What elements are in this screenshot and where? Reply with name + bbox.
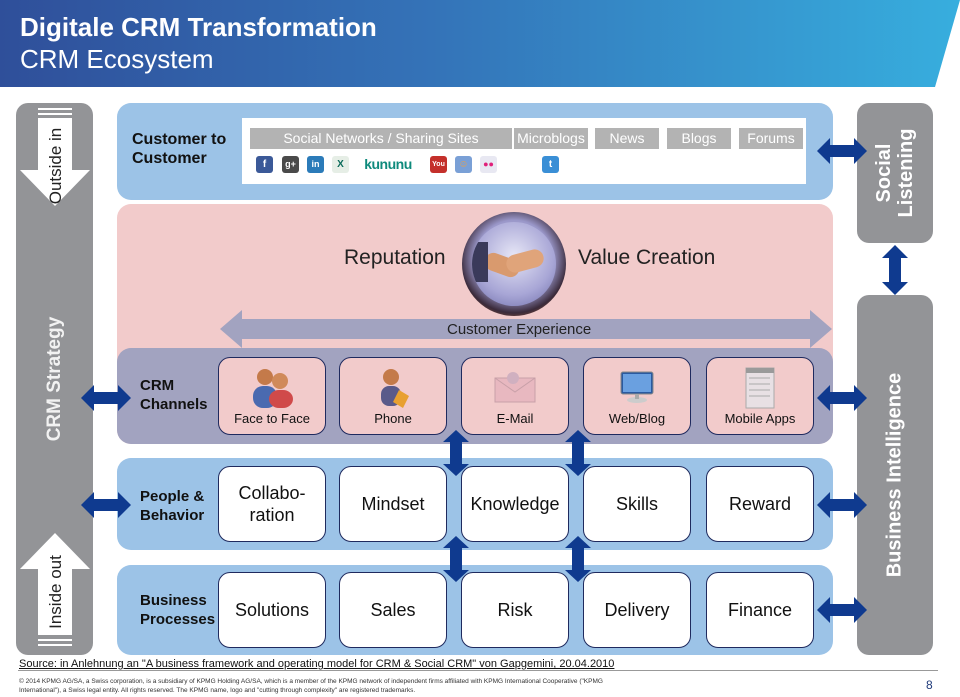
business-intelligence-bar: Business Intelligence <box>857 295 933 655</box>
category-forums: Forums <box>739 128 803 149</box>
mobile-app-screen-icon <box>745 367 775 409</box>
customer-experience-label: Customer Experience <box>447 321 592 338</box>
people-label-line1: People & <box>140 488 205 505</box>
channel-label: Phone <box>374 411 412 426</box>
customer-to-customer-label: Customer to Customer <box>132 130 226 168</box>
monitor-icon <box>620 371 654 403</box>
people-processes-arrow-icon <box>565 536 591 582</box>
social-media-box: Social Networks / Sharing Sites Microblo… <box>242 118 806 184</box>
channel-email: E-Mail <box>461 357 569 435</box>
social-listening-bi-arrow-icon <box>882 245 908 295</box>
copyright-notice: © 2014 KPMG AG/SA, a Swiss corporation, … <box>19 678 603 694</box>
channel-label: Face to Face <box>234 411 310 426</box>
email-icon <box>494 372 536 403</box>
crm-strategy-label: CRM Strategy <box>43 316 65 442</box>
category-microblogs: Microblogs <box>514 128 588 149</box>
people-skills: Skills <box>583 466 691 542</box>
category-news: News <box>595 128 659 149</box>
sleeve <box>472 242 488 282</box>
channel-label: Web/Blog <box>608 411 666 426</box>
twitter-icon: t <box>542 156 559 173</box>
people-bi-arrow-icon <box>817 492 867 518</box>
google-plus-icon: g+ <box>282 156 299 173</box>
linkedin-icon: in <box>307 156 324 173</box>
people-label-line2: Behavior <box>140 507 205 524</box>
flickr-icon: ●● <box>480 156 497 173</box>
page-subtitle: CRM Ecosystem <box>20 44 214 74</box>
c2c-label-line2: Customer <box>132 150 207 167</box>
processes-label-line2: Processes <box>140 611 216 628</box>
people-processes-arrow-icon <box>443 536 469 582</box>
process-solutions: Solutions <box>218 572 326 648</box>
page-number: 8 <box>926 678 933 692</box>
strategy-channels-arrow-icon <box>81 385 131 411</box>
c2c-social-listening-arrow-icon <box>817 138 867 164</box>
crm-channels-label: CRM Channels <box>140 376 208 414</box>
process-finance: Finance <box>706 572 814 648</box>
channels-people-arrow-icon <box>565 430 591 476</box>
channel-label: E-Mail <box>496 411 534 426</box>
processes-label-line1: Business <box>140 592 207 609</box>
category-blogs: Blogs <box>667 128 731 149</box>
xing-icon: X <box>332 156 349 173</box>
phone-agent-icon <box>381 369 409 408</box>
social-listening-line2: Listening <box>895 128 917 218</box>
channels-bi-arrow-icon <box>817 385 867 411</box>
people-knowledge: Knowledge <box>461 466 569 542</box>
process-risk: Risk <box>461 572 569 648</box>
outside-in-label: Outside in <box>46 127 65 205</box>
kununu-icon: kununu <box>364 156 412 172</box>
social-listening-line1: Social <box>873 143 895 203</box>
process-delivery: Delivery <box>583 572 691 648</box>
social-listening-label: Social Listening <box>873 129 917 218</box>
facebook-icon: f <box>256 156 273 173</box>
value-creation-label: Value Creation <box>578 246 716 269</box>
strategy-people-arrow-icon <box>81 492 131 518</box>
people-icon <box>253 369 293 408</box>
footer-divider <box>18 670 938 671</box>
channel-mobile-apps: Mobile Apps <box>706 357 814 435</box>
process-sales: Sales <box>339 572 447 648</box>
business-processes-label: Business Processes <box>140 591 215 629</box>
channels-people-arrow-icon <box>443 430 469 476</box>
people-behavior-label: People & Behavior <box>140 487 204 525</box>
channel-web-blog: Web/Blog <box>583 357 691 435</box>
social-listening-box: Social Listening <box>857 103 933 243</box>
people-reward: Reward <box>706 466 814 542</box>
source-citation: Source: in Anlehnung an "A business fram… <box>19 658 615 670</box>
hand-right <box>504 247 546 275</box>
channel-face-to-face: Face to Face <box>218 357 326 435</box>
myspace-icon: ☺ <box>455 156 472 173</box>
people-collaboration: Collabo- ration <box>218 466 326 542</box>
handshake-image <box>462 212 566 316</box>
channel-phone: Phone <box>339 357 447 435</box>
inside-out-label: Inside out <box>46 555 65 629</box>
reputation-label: Reputation <box>344 246 446 269</box>
business-intelligence-label: Business Intelligence <box>883 372 906 578</box>
processes-bi-arrow-icon <box>817 597 867 623</box>
people-mindset: Mindset <box>339 466 447 542</box>
channels-label-line1: CRM <box>140 377 175 394</box>
category-social-networks: Social Networks / Sharing Sites <box>250 128 512 149</box>
channels-label-line2: Channels <box>140 396 208 413</box>
channel-label: Mobile Apps <box>724 411 796 426</box>
handshake-photo <box>472 222 556 306</box>
page-title: Digitale CRM Transformation <box>20 12 377 42</box>
youtube-icon: You <box>430 156 447 173</box>
c2c-label-line1: Customer to <box>132 131 227 148</box>
